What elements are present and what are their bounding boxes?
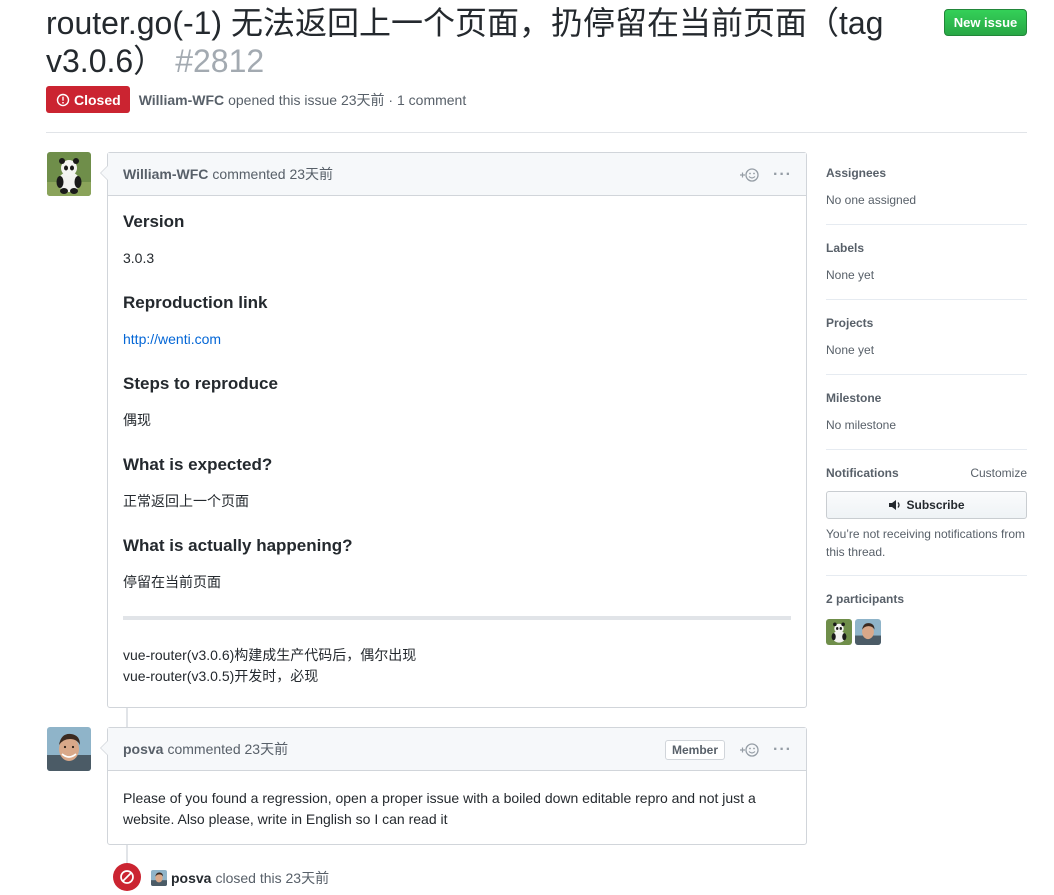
panda-mini-avatar-image	[826, 619, 852, 645]
sidebar-value: No one assigned	[826, 193, 917, 207]
sidebar-assignees[interactable]: Assignees No one assigned	[826, 166, 1027, 207]
issue-title: router.go(-1) 无法返回上一个页面，扔停留在当前页面（tag v3.…	[46, 4, 906, 80]
steps-value: 偶现	[123, 412, 151, 428]
comment-actions: ···	[739, 153, 792, 196]
issue-number: #2812	[175, 43, 265, 79]
sidebar-divider	[826, 224, 1027, 225]
sidebar-value: None yet	[826, 343, 875, 357]
avatar-posva[interactable]	[47, 727, 91, 771]
heading-actual: What is actually happening?	[123, 536, 353, 555]
comment-text: Please of you found a regression, open a…	[123, 790, 756, 827]
comment-body: Please of you found a regression, open a…	[108, 771, 806, 830]
comment-author-link[interactable]: posva	[123, 741, 163, 757]
timeline-connector	[126, 707, 128, 727]
note-line: vue-router(v3.0.6)构建成生产代码后，偶尔出现	[123, 647, 417, 663]
sidebar-milestone[interactable]: Milestone No milestone	[826, 391, 1027, 432]
comment-actions: Member ···	[665, 728, 792, 771]
header-divider	[46, 132, 1027, 133]
comment-author-link[interactable]: William-WFC	[123, 166, 208, 182]
sidebar-value: None yet	[826, 268, 875, 282]
participant-list	[826, 619, 1027, 650]
add-reaction-button[interactable]	[739, 167, 759, 183]
comment-header: William-WFC commented 23天前 ···	[108, 153, 806, 196]
add-reaction-button[interactable]	[739, 742, 759, 758]
closed-event-badge	[113, 863, 141, 891]
avatar-william-wfc[interactable]	[47, 152, 91, 196]
new-issue-button[interactable]: New issue	[944, 9, 1027, 36]
issue-author-link[interactable]: William-WFC	[139, 92, 224, 108]
heading-steps: Steps to reproduce	[123, 374, 278, 393]
heading-expected: What is expected?	[123, 455, 273, 474]
kebab-icon[interactable]: ···	[773, 741, 792, 759]
kebab-icon[interactable]: ···	[773, 166, 792, 184]
sidebar-labels[interactable]: Labels None yet	[826, 241, 1027, 282]
status-label: Closed	[74, 91, 121, 108]
comment-posva: posva commented 23天前 Member ··· Please o…	[100, 727, 807, 845]
comment-william-wfc: William-WFC commented 23天前 ··· Version 3…	[100, 152, 807, 708]
sidebar-divider	[826, 449, 1027, 450]
subscribe-button[interactable]: Subscribe	[826, 491, 1027, 519]
comment-header: posva commented 23天前 Member ···	[108, 728, 806, 771]
posva-avatar-image	[47, 727, 91, 771]
heading-reproduction-link: Reproduction link	[123, 293, 268, 312]
circle-slash-icon	[120, 870, 134, 884]
sidebar-value: No milestone	[826, 418, 897, 432]
sidebar-heading: Assignees	[826, 166, 887, 180]
reproduction-link[interactable]: http://wenti.com	[123, 331, 221, 347]
participant-avatar-william-wfc[interactable]	[826, 619, 852, 645]
smiley-icon	[740, 742, 759, 757]
sidebar-heading: Labels	[826, 241, 865, 255]
notification-note: You’re not receiving notifications from …	[826, 527, 1025, 559]
event-author-link[interactable]: posva	[171, 870, 211, 886]
sidebar-heading: Milestone	[826, 391, 882, 405]
issue-meta-text: opened this issue 23天前 · 1 comment	[228, 91, 467, 108]
comment-action: commented 23天前	[212, 166, 334, 182]
issue-meta: Closed William-WFC opened this issue 23天…	[46, 86, 466, 113]
speaker-icon	[889, 500, 901, 510]
closed-event: posva closed this 23天前	[151, 869, 329, 887]
sidebar-divider	[826, 299, 1027, 300]
posva-mini-avatar-image	[151, 870, 167, 886]
sidebar-divider	[826, 374, 1027, 375]
issue-closed-icon	[56, 93, 70, 106]
sidebar-projects[interactable]: Projects None yet	[826, 316, 1027, 357]
avatar-posva-small[interactable]	[151, 870, 167, 886]
smiley-icon	[740, 167, 759, 182]
status-badge: Closed	[46, 86, 130, 113]
note-line: vue-router(v3.0.5)开发时，必现	[123, 668, 319, 684]
posva-participant-avatar-image	[855, 619, 881, 645]
horizontal-rule	[123, 616, 791, 620]
comment-body: Version 3.0.3 Reproduction link http://w…	[108, 211, 806, 687]
sidebar-heading: 2 participants	[826, 592, 905, 606]
subscribe-label: Subscribe	[906, 498, 965, 512]
issue-title-text: router.go(-1) 无法返回上一个页面，扔停留在当前页面（tag v3.…	[46, 5, 884, 79]
sidebar-participants: 2 participants	[826, 592, 1027, 650]
sidebar-divider	[826, 575, 1027, 576]
actual-value: 停留在当前页面	[123, 574, 221, 590]
comment-action: commented 23天前	[167, 741, 289, 757]
panda-avatar-image	[47, 152, 91, 196]
expected-value: 正常返回上一个页面	[123, 493, 249, 509]
member-badge: Member	[665, 739, 726, 760]
sidebar-heading: Projects	[826, 316, 874, 330]
version-value: 3.0.3	[123, 250, 155, 266]
participant-avatar-posva[interactable]	[855, 619, 881, 645]
timeline-connector	[126, 844, 128, 864]
heading-version: Version	[123, 212, 185, 231]
customize-link[interactable]: Customize	[970, 466, 1027, 480]
event-text: closed this 23天前	[215, 870, 330, 886]
sidebar-notifications: Notifications Customize	[826, 466, 1027, 480]
